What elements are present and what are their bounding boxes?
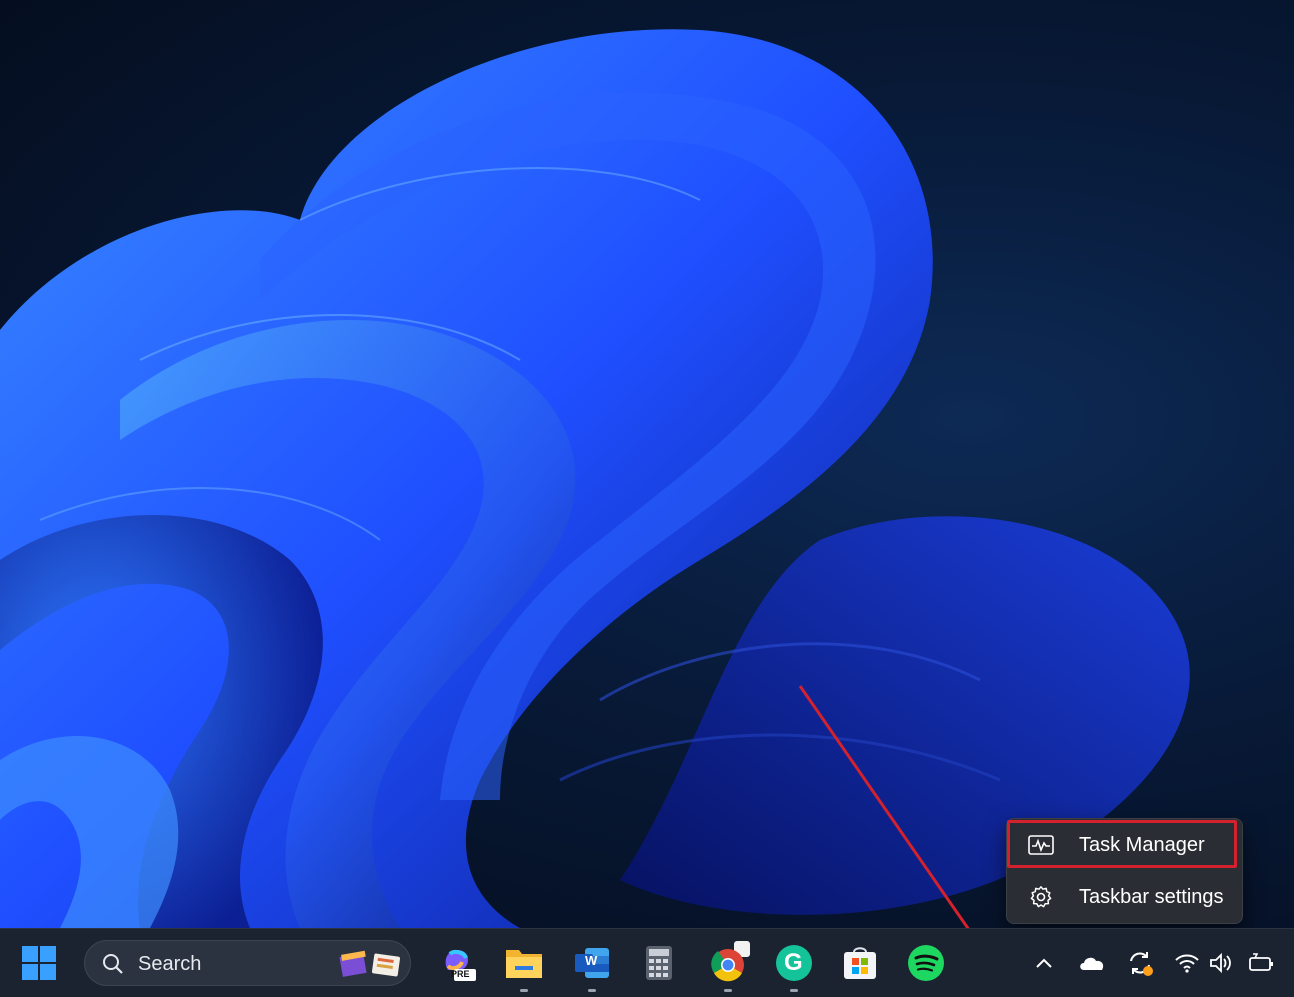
wifi-button[interactable] bbox=[1172, 929, 1202, 997]
windows-start-icon bbox=[22, 946, 56, 980]
wifi-icon bbox=[1175, 954, 1199, 973]
chevron-up-icon bbox=[1036, 958, 1052, 968]
gear-icon bbox=[1027, 885, 1055, 909]
word-badge: W bbox=[585, 953, 598, 968]
file-explorer-button[interactable] bbox=[498, 929, 550, 997]
onedrive-button[interactable] bbox=[1074, 929, 1110, 997]
word-button[interactable]: W bbox=[566, 929, 618, 997]
grammarly-button[interactable]: G bbox=[768, 929, 820, 997]
bloom-wallpaper bbox=[0, 29, 1190, 928]
volume-button[interactable] bbox=[1206, 929, 1236, 997]
copilot-badge: PRE bbox=[451, 969, 470, 979]
running-indicator bbox=[520, 989, 528, 992]
start-button[interactable] bbox=[14, 929, 64, 997]
sync-button[interactable] bbox=[1122, 929, 1158, 997]
store-icon bbox=[844, 947, 876, 979]
running-indicator bbox=[790, 989, 798, 992]
menu-item-label: Taskbar settings bbox=[1079, 885, 1224, 908]
menu-item-taskbar-settings[interactable]: Taskbar settings bbox=[1013, 876, 1236, 918]
copilot-button[interactable]: PRE bbox=[432, 929, 482, 997]
file-explorer-icon bbox=[506, 950, 542, 978]
menu-item-task-manager[interactable]: Task Manager bbox=[1013, 824, 1236, 866]
taskbar-context-menu: Task Manager Taskbar settings bbox=[1006, 818, 1243, 924]
task-manager-icon bbox=[1027, 833, 1055, 857]
store-button[interactable] bbox=[834, 929, 886, 997]
battery-icon bbox=[1249, 953, 1273, 971]
search-highlight-icon[interactable] bbox=[339, 947, 401, 979]
onedrive-cloud-icon bbox=[1080, 957, 1104, 970]
battery-button[interactable] bbox=[1244, 929, 1278, 997]
calculator-icon bbox=[646, 946, 672, 980]
desktop-wallpaper: Task Manager Taskbar settings bbox=[0, 0, 1294, 928]
spotify-button[interactable] bbox=[900, 929, 952, 997]
show-hidden-icons-button[interactable] bbox=[1030, 929, 1058, 997]
running-indicator bbox=[724, 989, 732, 992]
search-input[interactable]: Search bbox=[84, 940, 411, 986]
grammarly-badge: G bbox=[784, 949, 803, 976]
calculator-button[interactable] bbox=[634, 929, 684, 997]
spotify-icon bbox=[908, 945, 944, 981]
menu-item-label: Task Manager bbox=[1079, 833, 1205, 856]
running-indicator bbox=[588, 989, 596, 992]
chrome-button[interactable] bbox=[700, 929, 756, 997]
search-icon bbox=[103, 954, 123, 974]
taskbar: Search PRE W G bbox=[0, 928, 1294, 997]
search-placeholder: Search bbox=[138, 953, 202, 975]
volume-icon bbox=[1210, 952, 1231, 974]
chrome-icon bbox=[711, 941, 750, 982]
sync-icon bbox=[1130, 952, 1153, 976]
